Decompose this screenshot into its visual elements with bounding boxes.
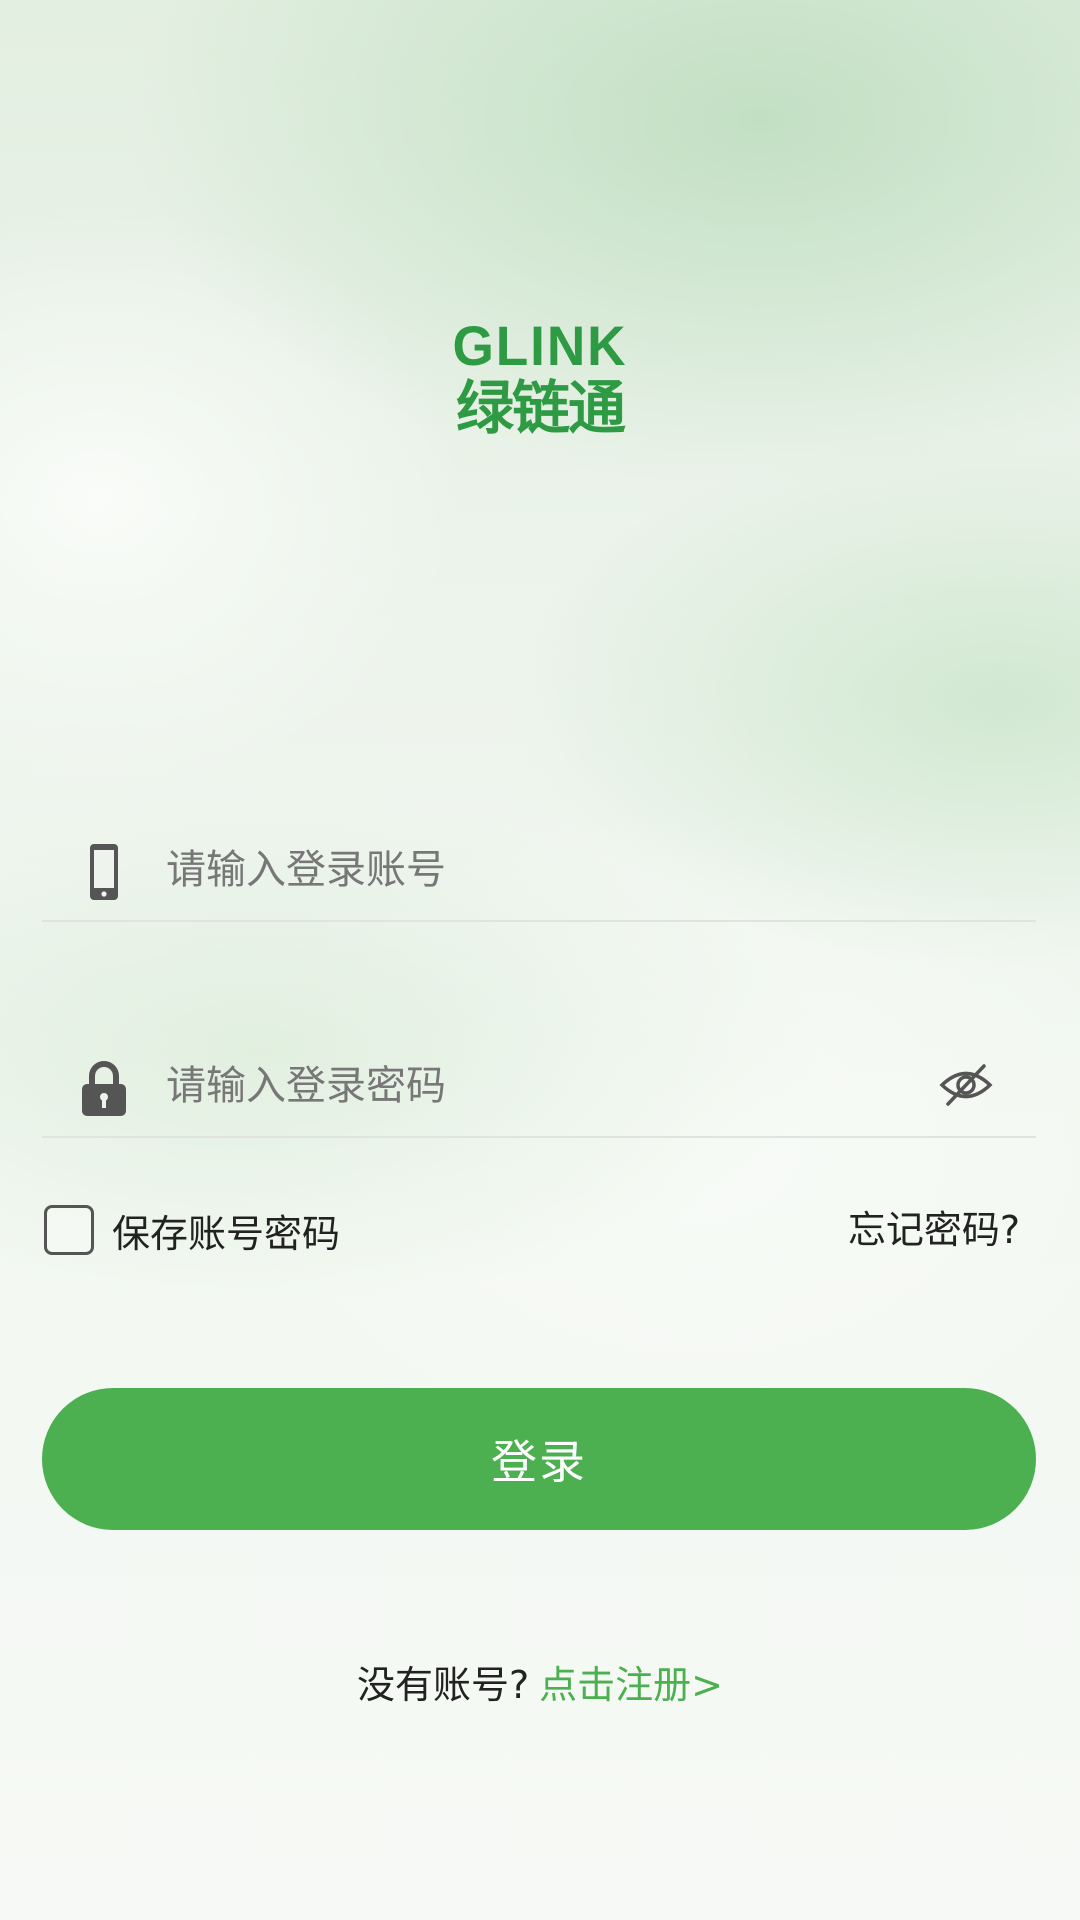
glink-logo: GLINK 绿链通 [446,314,634,442]
register-prompt: 没有账号? [356,1663,530,1707]
logo-chinese-text: 绿链通 [455,374,626,442]
phone-icon [90,844,118,900]
login-button[interactable]: 登录 [42,1388,1036,1530]
forgot-password-link[interactable]: 忘记密码? [848,1200,1020,1260]
register-link[interactable]: 点击注册> [539,1663,723,1707]
account-input[interactable] [166,838,926,902]
password-field-row [42,1036,1036,1138]
remember-credentials-toggle[interactable]: 保存账号密码 [44,1200,340,1260]
register-line: 没有账号? 点击注册> [0,1655,1080,1715]
eye-off-icon[interactable] [938,1060,994,1110]
remember-label: 保存账号密码 [112,1211,341,1256]
password-input[interactable] [166,1054,926,1118]
login-screen: GLINK 绿链通 保存账号密码 忘记密码? 登录 没有账号?点击注册> [0,0,1080,1920]
account-field-row [42,820,1036,922]
remember-checkbox[interactable] [44,1205,94,1255]
lock-icon [82,1061,126,1116]
logo-latin-text: GLINK [452,314,628,377]
